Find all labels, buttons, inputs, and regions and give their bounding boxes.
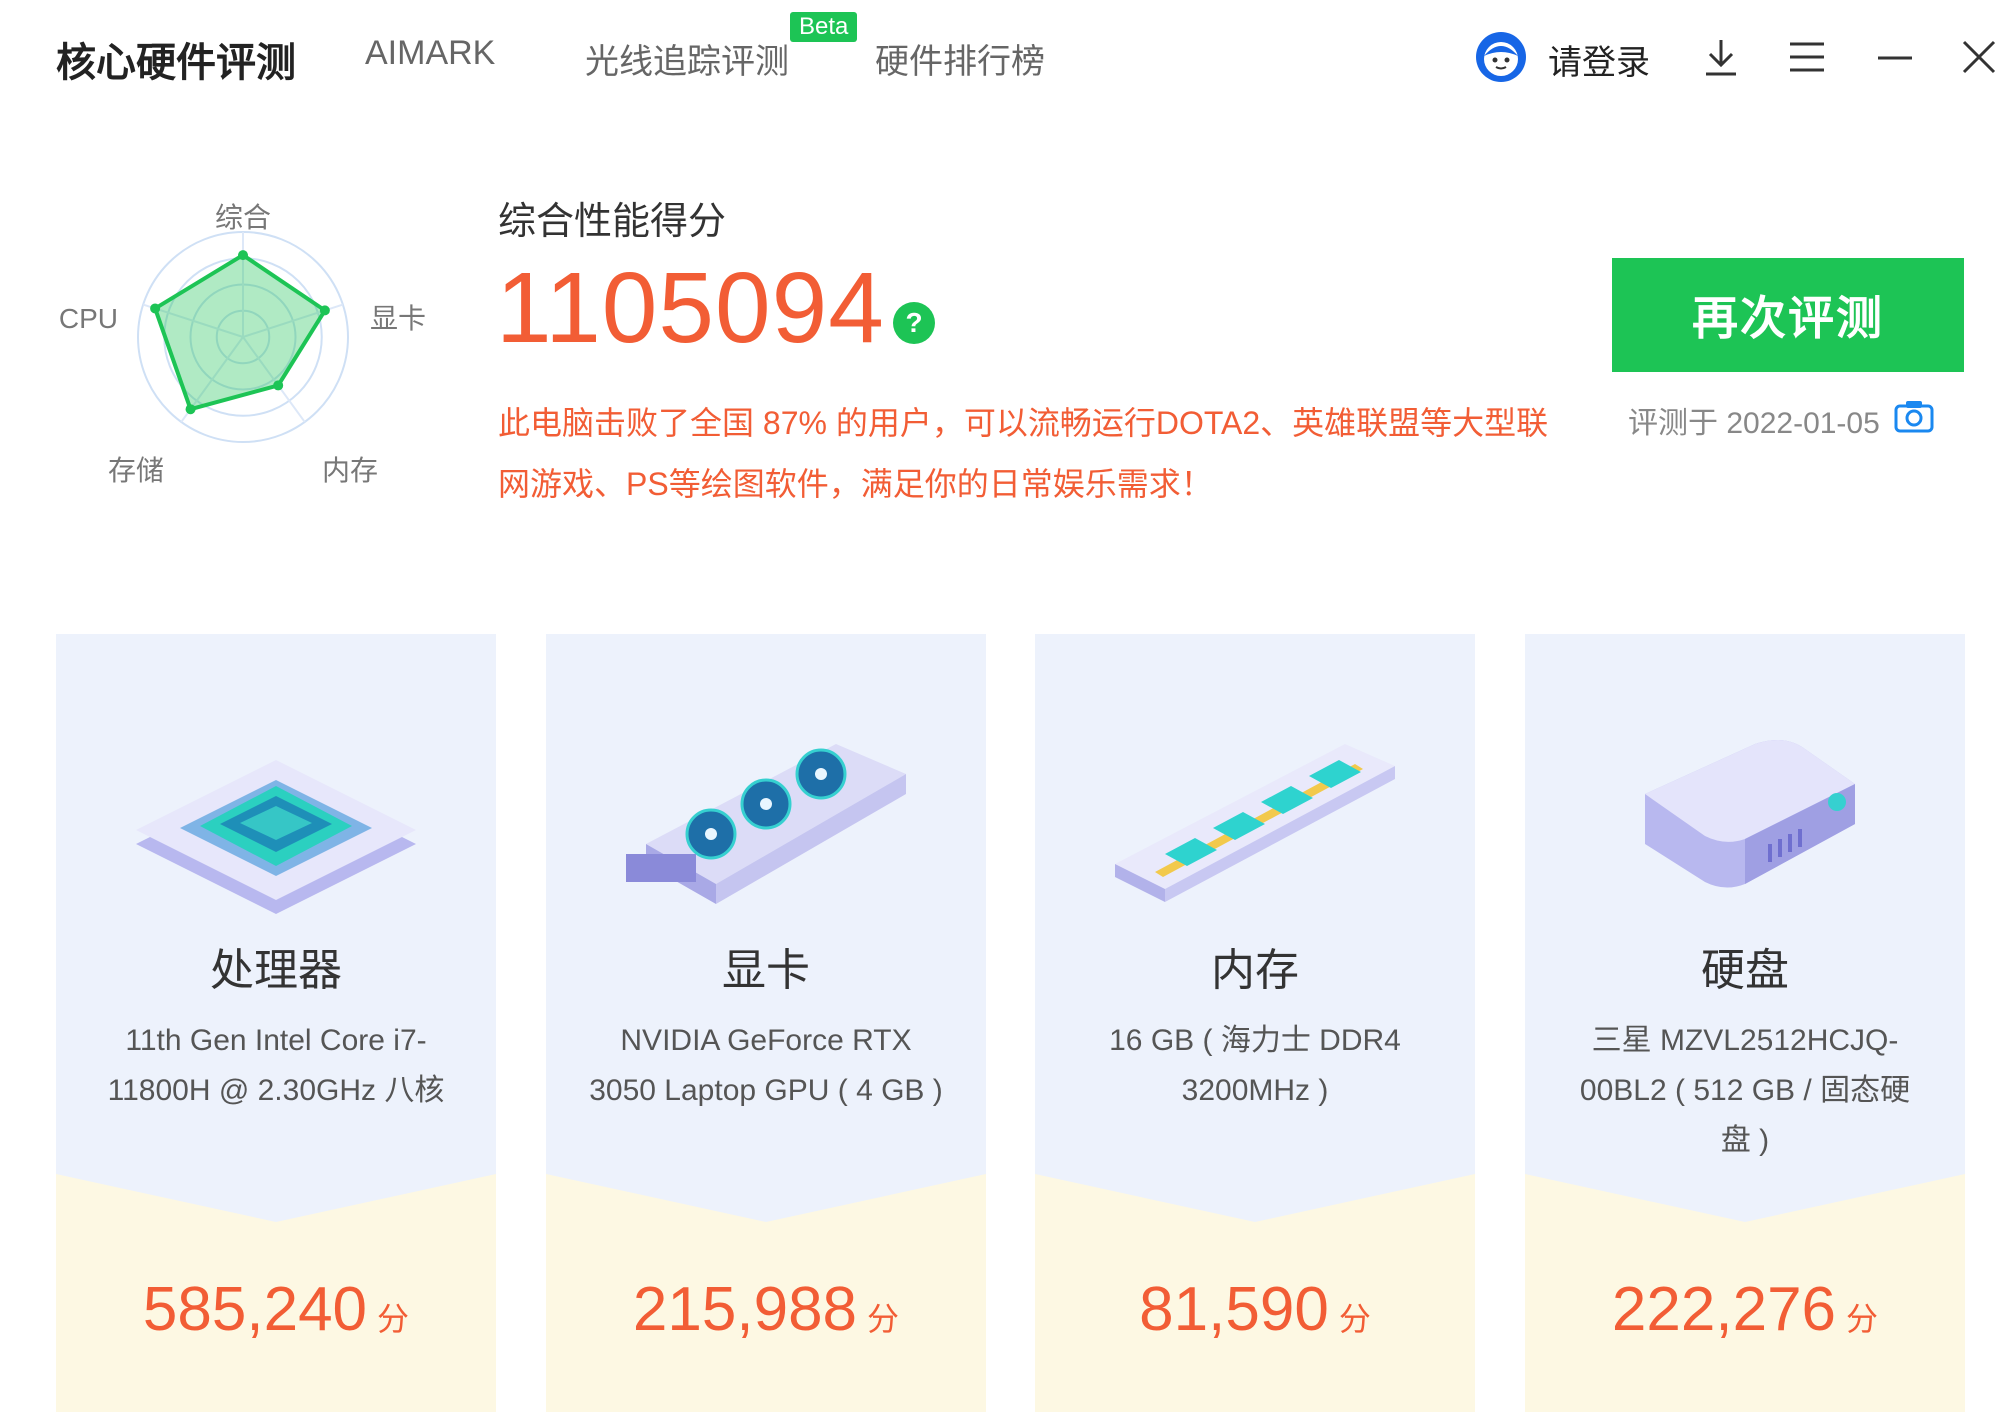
minimize-icon[interactable]: [1870, 30, 1920, 84]
card-detail: 11th Gen Intel Core i7-11800H @ 2.30GHz …: [107, 1024, 445, 1107]
radar-point: [185, 404, 196, 415]
radar-label-memory: 内存: [322, 455, 378, 486]
card-detail: 16 GB ( 海力士 DDR4 3200MHz ): [1109, 1024, 1401, 1107]
radar-point: [150, 303, 161, 314]
radar-label-storage: 存储: [108, 455, 164, 486]
card-score: 215,988 分: [546, 1274, 986, 1345]
card-title: 处理器: [210, 946, 342, 995]
download-icon[interactable]: [1696, 30, 1746, 84]
card-title: 内存: [1211, 946, 1299, 995]
retest-button[interactable]: 再次评测: [1612, 258, 1964, 372]
card-score-value: 585,240: [142, 1275, 368, 1344]
card-title: 硬盘: [1701, 946, 1789, 995]
radar-score-polygon: [152, 252, 328, 412]
tab-hardware-ranking[interactable]: 硬件排行榜: [875, 34, 1045, 83]
hardware-card-memory[interactable]: 内存 16 GB ( 海力士 DDR4 3200MHz ) 81,590 分: [1035, 634, 1475, 1412]
card-detail: 三星 MZVL2512HCJQ-00BL2 ( 512 GB / 固态硬盘 ): [1579, 1024, 1911, 1157]
card-score: 585,240 分: [56, 1274, 496, 1345]
card-score-value: 222,276: [1611, 1275, 1837, 1344]
card-score-unit: 分: [1846, 1301, 1879, 1337]
cpu-chip-icon: [116, 694, 436, 934]
login-button[interactable]: 请登录: [1474, 30, 1650, 89]
close-icon[interactable]: [1954, 30, 2004, 84]
card-score-value: 81,590: [1139, 1275, 1329, 1344]
card-title: 显卡: [722, 946, 810, 995]
card-detail: NVIDIA GeForce RTX 3050 Laptop GPU ( 4 G…: [589, 1024, 943, 1107]
card-score-unit: 分: [377, 1301, 410, 1337]
screenshot-icon[interactable]: [1894, 399, 1934, 441]
memory-stick-icon: [1095, 694, 1415, 934]
overall-score-value: 1105094: [496, 252, 885, 364]
card-score-unit: 分: [867, 1301, 900, 1337]
beta-badge: Beta: [790, 12, 858, 42]
card-score: 222,276 分: [1525, 1274, 1965, 1345]
hardware-card-gpu[interactable]: 显卡 NVIDIA GeForce RTX 3050 Laptop GPU ( …: [546, 634, 986, 1412]
radar-label-cpu: CPU: [59, 303, 118, 334]
radar-point: [238, 250, 248, 261]
test-date: 评测于 2022-01-05: [1628, 407, 1880, 440]
card-score-unit: 分: [1338, 1301, 1371, 1337]
test-date-row: 评测于 2022-01-05: [1628, 398, 1934, 442]
menu-icon[interactable]: [1782, 30, 1832, 84]
tab-aimark[interactable]: AIMARK: [365, 34, 495, 73]
tab-ray-tracing[interactable]: 光线追踪评测: [585, 34, 789, 83]
help-icon[interactable]: ?: [893, 302, 935, 344]
login-label: 请登录: [1548, 44, 1650, 82]
overall-score-label: 综合性能得分: [498, 201, 727, 243]
performance-radar-chart: 综合 显卡 内存 存储 CPU: [59, 202, 426, 486]
radar-point: [319, 305, 330, 316]
avatar-icon: [1474, 30, 1528, 89]
radar-point: [273, 380, 284, 391]
card-score-value: 215,988: [632, 1275, 858, 1344]
hardware-card-cpu[interactable]: 处理器 11th Gen Intel Core i7-11800H @ 2.30…: [56, 634, 496, 1412]
radar-label-overall: 综合: [215, 202, 271, 233]
card-score: 81,590 分: [1035, 1274, 1475, 1345]
radar-label-gpu: 显卡: [370, 303, 426, 334]
score-description: 此电脑击败了全国 87% 的用户，可以流畅运行DOTA2、英雄联盟等大型联网游戏…: [498, 405, 1549, 502]
hardware-card-storage[interactable]: 硬盘 三星 MZVL2512HCJQ-00BL2 ( 512 GB / 固态硬盘…: [1525, 634, 1965, 1412]
graphics-card-icon: [606, 694, 926, 934]
hard-drive-icon: [1585, 694, 1905, 934]
app-title: 核心硬件评测: [56, 41, 296, 85]
